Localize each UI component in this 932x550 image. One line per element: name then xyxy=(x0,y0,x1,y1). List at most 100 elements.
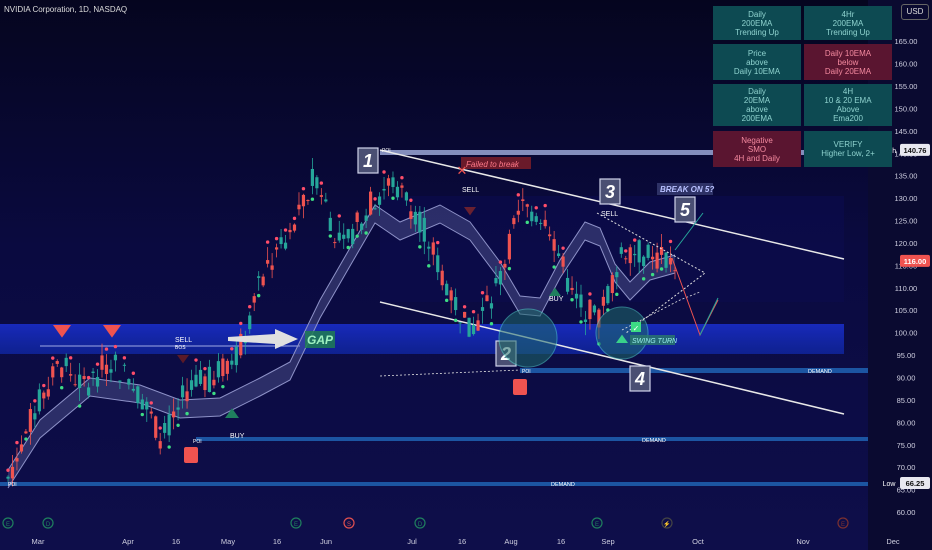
chart-stage[interactable]: 60.00 65.00 70.00 75.00 80.00 85.00 90.00 95.00… xyxy=(0,0,932,550)
candle-body xyxy=(651,256,655,260)
signal-dot xyxy=(140,412,144,417)
signal-dot xyxy=(212,391,216,396)
candle-body xyxy=(507,233,511,260)
candle-body xyxy=(261,276,265,286)
high-price-tag: 140.76 xyxy=(904,146,927,155)
candle-body xyxy=(655,252,659,269)
signal-dot xyxy=(51,356,55,360)
poi-label-4: POI xyxy=(8,482,17,488)
x-tick-label: 16 xyxy=(172,537,180,546)
x-tick-label: Jul xyxy=(407,537,417,546)
candle-body xyxy=(230,360,234,365)
candle-body xyxy=(445,283,449,296)
candle-body xyxy=(498,271,503,285)
candle-body xyxy=(216,361,220,378)
failed-x-icon: ✕ xyxy=(457,163,468,178)
low-price-tag: 66.25 xyxy=(906,479,925,488)
demand-zone-3 xyxy=(0,482,868,486)
candle-body xyxy=(104,364,109,374)
sell-triangle-3 xyxy=(177,355,189,364)
candle-body xyxy=(342,234,346,239)
candle-body xyxy=(270,265,274,270)
candle-body xyxy=(198,369,203,384)
signal-dot xyxy=(265,240,270,244)
signal-dot xyxy=(248,305,252,309)
candle-body xyxy=(86,387,91,396)
candle-body xyxy=(431,242,435,255)
signal-dot xyxy=(462,305,467,309)
signal-dot xyxy=(641,277,646,281)
candle-body xyxy=(136,386,140,404)
signal-dot xyxy=(498,260,503,264)
event-icon-label: E xyxy=(595,522,599,528)
break-label: BREAK ON 5? xyxy=(660,185,714,194)
candle-body xyxy=(42,392,46,399)
signal-dot xyxy=(534,206,538,210)
candle-body xyxy=(78,374,82,388)
event-icon-label: E xyxy=(294,522,298,528)
signal-dot xyxy=(480,291,485,295)
signal-dot xyxy=(24,437,28,441)
signal-dot xyxy=(122,356,127,360)
y-tick-label: 155.00 xyxy=(895,82,918,91)
candle-body xyxy=(167,414,171,436)
signal-dot xyxy=(203,366,207,371)
sell-label-3: SELL xyxy=(601,211,618,218)
price-chart[interactable]: 60.0065.0070.0075.0080.0085.0090.0095.00… xyxy=(0,0,932,550)
lower-projection xyxy=(379,369,521,377)
y-tick-label: 160.00 xyxy=(895,60,918,69)
table-cell-4hr-200ema: 4Hr 200EMA Trending Up xyxy=(804,6,892,40)
candle-body xyxy=(583,319,588,323)
candle-body xyxy=(539,222,543,224)
y-tick-label: 105.00 xyxy=(895,306,918,315)
x-tick-label: Dec xyxy=(886,537,900,546)
demand-label-2: DEMAND xyxy=(642,438,666,444)
x-tick-label: Nov xyxy=(796,537,810,546)
candle-body xyxy=(557,253,561,257)
signal-dot xyxy=(167,445,171,449)
candle-body xyxy=(400,185,404,188)
signal-dot xyxy=(42,383,46,388)
signal-dot xyxy=(543,203,547,208)
swing-circle-1 xyxy=(498,308,558,368)
candle-body xyxy=(252,296,256,303)
signal-dot xyxy=(319,181,324,185)
candle-body xyxy=(131,388,135,391)
symbol-title: NVIDIA Corporation, 1D, NASDAQ xyxy=(4,5,128,14)
candle-body xyxy=(24,431,28,434)
candle-body xyxy=(480,307,485,311)
signal-dot xyxy=(650,272,655,277)
candle-body xyxy=(543,219,547,227)
sell-label-1: SELL xyxy=(175,337,192,344)
demand-zone-2 xyxy=(196,437,868,441)
poi-label-2: POI xyxy=(522,369,531,375)
signal-dot xyxy=(552,265,556,269)
y-tick-label: 95.00 xyxy=(897,351,916,360)
candle-body xyxy=(288,229,292,233)
signal-dot xyxy=(33,399,37,403)
candle-body xyxy=(467,317,471,337)
signal-dot xyxy=(185,411,189,416)
candle-body xyxy=(60,367,64,378)
currency-button[interactable]: USD xyxy=(901,4,929,20)
candle-body xyxy=(382,188,386,191)
candle-body xyxy=(548,234,552,237)
candle-body xyxy=(579,294,583,308)
candle-body xyxy=(355,212,359,222)
signal-dot xyxy=(239,321,243,326)
table-cell-daily-200ema: Daily 200EMA Trending Up xyxy=(713,6,801,40)
low-flag-2 xyxy=(513,379,527,395)
candle-body xyxy=(64,357,68,367)
candle-body xyxy=(561,256,565,267)
candle-body xyxy=(521,199,525,201)
candle-body xyxy=(427,246,431,249)
signal-dot xyxy=(292,216,297,221)
candle-body xyxy=(207,366,212,393)
gap-label: GAP xyxy=(307,333,334,347)
candle-body xyxy=(664,252,668,268)
candle-body xyxy=(615,272,619,278)
signal-dot xyxy=(427,264,431,268)
candle-body xyxy=(55,361,59,364)
signal-dot xyxy=(86,375,91,380)
candle-body xyxy=(525,204,529,207)
